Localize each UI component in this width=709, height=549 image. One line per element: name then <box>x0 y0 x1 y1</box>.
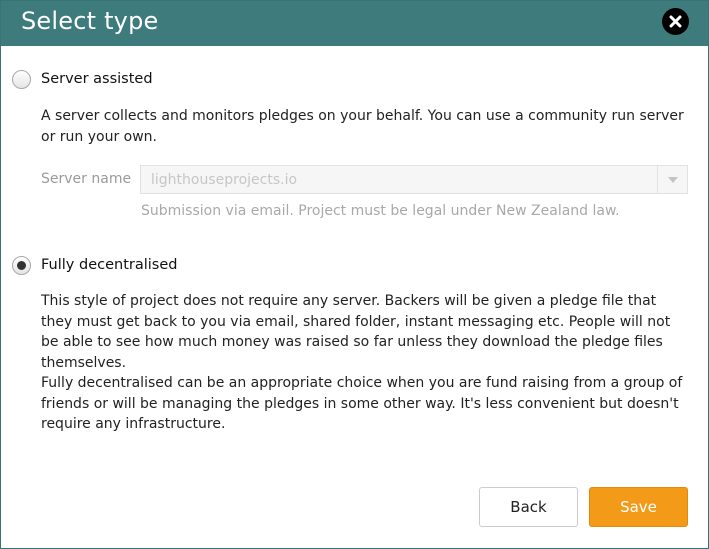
fully-decentralised-label: Fully decentralised <box>41 257 178 273</box>
radio-button-fully-decentralised[interactable] <box>12 255 31 275</box>
server-hint: Submission via email. Project must be le… <box>141 203 620 219</box>
radio-selected-dot <box>17 260 26 270</box>
dialog-title: Select type <box>21 7 159 35</box>
dropdown-arrow[interactable] <box>657 166 687 193</box>
dialog-header: Select type <box>1 1 708 46</box>
radio-server-assisted[interactable]: Server assisted <box>12 67 153 91</box>
fully-decentralised-description-1: This style of project does not require a… <box>41 293 671 371</box>
server-assisted-label: Server assisted <box>41 71 153 87</box>
fully-decentralised-description-2: Fully decentralised can be an appropriat… <box>41 375 683 432</box>
server-name-select[interactable]: lighthouseprojects.io <box>140 165 688 194</box>
radio-fully-decentralised[interactable]: Fully decentralised <box>12 253 177 277</box>
save-button[interactable]: Save <box>589 487 688 527</box>
select-type-dialog: Select type Server assisted A server col… <box>0 0 709 549</box>
back-button[interactable]: Back <box>479 487 578 527</box>
server-name-label: Server name <box>41 171 132 187</box>
server-name-value: lighthouseprojects.io <box>151 172 298 188</box>
chevron-down-icon <box>667 176 678 183</box>
close-icon <box>669 15 682 28</box>
close-button[interactable] <box>662 8 689 35</box>
server-assisted-description: A server collects and monitors pledges o… <box>41 108 684 145</box>
radio-button-server-assisted[interactable] <box>12 69 31 89</box>
